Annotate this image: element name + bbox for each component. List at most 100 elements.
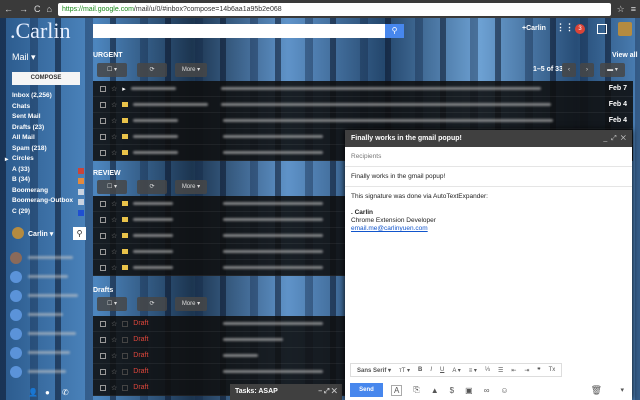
- back-icon[interactable]: ←: [4, 4, 13, 14]
- nav-inbox[interactable]: Inbox (2,256): [0, 92, 90, 103]
- row-checkbox[interactable]: [100, 384, 106, 391]
- row-checkbox[interactable]: [100, 352, 106, 359]
- email-row[interactable]: ☆: [93, 196, 345, 212]
- avatar[interactable]: [618, 22, 632, 36]
- attach-icon[interactable]: ⎘: [413, 385, 419, 395]
- reload-icon[interactable]: C: [34, 4, 41, 14]
- chat-contact[interactable]: [0, 286, 90, 305]
- draft-row[interactable]: ☆ Draft: [93, 364, 345, 380]
- nav-chats[interactable]: Chats: [0, 103, 90, 114]
- bookmark-star-icon[interactable]: ☆: [617, 4, 625, 15]
- row-checkbox[interactable]: [100, 149, 106, 156]
- notification-badge[interactable]: 3: [575, 24, 585, 34]
- importance-icon[interactable]: [122, 265, 129, 270]
- star-icon[interactable]: ☆: [111, 117, 117, 125]
- more-button[interactable]: More ▾: [175, 297, 207, 311]
- nav-label-boomerang-outbox[interactable]: Boomerang-Outbox: [0, 197, 90, 208]
- more-options-icon[interactable]: ▾: [620, 386, 624, 394]
- row-checkbox[interactable]: [100, 264, 106, 271]
- nav-label-a[interactable]: A (33): [0, 166, 90, 177]
- chat-contact[interactable]: [0, 324, 90, 343]
- draft-row[interactable]: ☆ Draft: [93, 332, 345, 348]
- star-icon[interactable]: ☆: [111, 101, 117, 109]
- star-icon[interactable]: ☆: [111, 384, 117, 392]
- email-row[interactable]: ☆ Feb 4: [93, 97, 633, 113]
- chat-contact[interactable]: [0, 267, 90, 286]
- contacts-icon[interactable]: 👤: [28, 388, 38, 397]
- photo-icon[interactable]: ▣: [465, 386, 473, 395]
- search-input[interactable]: [93, 24, 385, 38]
- star-icon[interactable]: ☆: [111, 216, 117, 224]
- emoji-icon[interactable]: ☺: [500, 386, 508, 395]
- importance-icon[interactable]: [122, 336, 129, 343]
- row-checkbox[interactable]: [100, 101, 106, 108]
- email-link[interactable]: email.me@carlinyuen.com: [351, 225, 626, 233]
- star-icon[interactable]: ☆: [111, 352, 117, 360]
- remove-formatting-icon[interactable]: Tx: [549, 367, 556, 373]
- chat-status-menu[interactable]: Carlin ▾: [28, 230, 53, 238]
- email-row[interactable]: ☆: [93, 260, 345, 276]
- email-row[interactable]: ☆: [93, 228, 345, 244]
- nav-all-mail[interactable]: All Mail: [0, 134, 90, 145]
- row-checkbox[interactable]: [100, 133, 106, 140]
- refresh-button[interactable]: ⟳: [137, 63, 167, 77]
- row-checkbox[interactable]: [100, 320, 106, 327]
- row-checkbox[interactable]: [100, 248, 106, 255]
- recipients-field[interactable]: Recipients: [345, 147, 632, 167]
- row-checkbox[interactable]: [100, 85, 106, 92]
- star-icon[interactable]: ☆: [111, 320, 117, 328]
- popout-icon[interactable]: ⤢: [611, 135, 617, 142]
- link-icon[interactable]: ∞: [484, 386, 490, 395]
- importance-icon[interactable]: [122, 320, 129, 327]
- star-icon[interactable]: ☆: [111, 336, 117, 344]
- row-checkbox[interactable]: [100, 117, 106, 124]
- indent-less-icon[interactable]: ⇤: [511, 367, 516, 374]
- formatting-toggle-icon[interactable]: A: [391, 384, 403, 396]
- importance-icon[interactable]: [122, 201, 129, 206]
- importance-icon[interactable]: [122, 249, 129, 254]
- compose-header[interactable]: Finally works in the gmail popup! _ ⤢ ✕: [345, 130, 632, 147]
- discard-icon[interactable]: 🗑: [591, 385, 602, 396]
- email-row[interactable]: ☆ Feb 4: [93, 113, 633, 129]
- subject-field[interactable]: Finally works in the gmail popup!: [345, 167, 632, 187]
- message-body[interactable]: This signature was done via AutoTextExpa…: [345, 187, 632, 239]
- hangouts-icon[interactable]: ●: [45, 388, 50, 397]
- importance-icon[interactable]: [122, 217, 129, 222]
- importance-icon[interactable]: ▸: [122, 85, 126, 93]
- row-checkbox[interactable]: [100, 216, 106, 223]
- font-size-icon[interactable]: тT ▾: [399, 367, 410, 374]
- next-page-icon[interactable]: ›: [580, 63, 594, 77]
- importance-icon[interactable]: [122, 102, 129, 107]
- numbered-list-icon[interactable]: ⅓: [485, 367, 490, 373]
- send-button[interactable]: Send: [350, 383, 383, 397]
- text-color-icon[interactable]: A ▾: [452, 367, 460, 374]
- share-icon[interactable]: [597, 24, 607, 34]
- draft-row[interactable]: ☆ Draft: [93, 316, 345, 332]
- underline-icon[interactable]: U: [440, 367, 444, 373]
- money-icon[interactable]: $: [450, 386, 454, 395]
- align-icon[interactable]: ≡ ▾: [469, 367, 477, 374]
- view-all-link[interactable]: View all: [612, 52, 638, 59]
- refresh-button[interactable]: ⟳: [137, 180, 167, 194]
- minimize-icon[interactable]: _: [603, 135, 607, 142]
- star-icon[interactable]: ☆: [111, 248, 117, 256]
- chat-contact[interactable]: [0, 248, 90, 267]
- importance-icon[interactable]: [122, 150, 129, 155]
- importance-icon[interactable]: [122, 118, 129, 123]
- chat-contact[interactable]: [0, 305, 90, 324]
- prev-page-icon[interactable]: ‹: [562, 63, 576, 77]
- address-bar[interactable]: https://mail.google.com/mail/u/0/#inbox?…: [57, 2, 611, 16]
- view-options-button[interactable]: ▬ ▾: [600, 63, 625, 77]
- select-all-checkbox[interactable]: ☐ ▾: [97, 180, 127, 194]
- star-icon[interactable]: ☆: [111, 133, 117, 141]
- bold-icon[interactable]: B: [418, 367, 422, 373]
- row-checkbox[interactable]: [100, 336, 106, 343]
- star-icon[interactable]: ☆: [111, 200, 117, 208]
- row-checkbox[interactable]: [100, 200, 106, 207]
- email-row[interactable]: ☆: [93, 212, 345, 228]
- draft-row[interactable]: ☆ Draft: [93, 348, 345, 364]
- user-link[interactable]: +Carlin: [522, 25, 546, 32]
- importance-icon[interactable]: [122, 134, 129, 139]
- select-all-checkbox[interactable]: ☐ ▾: [97, 297, 127, 311]
- forward-icon[interactable]: →: [19, 4, 28, 14]
